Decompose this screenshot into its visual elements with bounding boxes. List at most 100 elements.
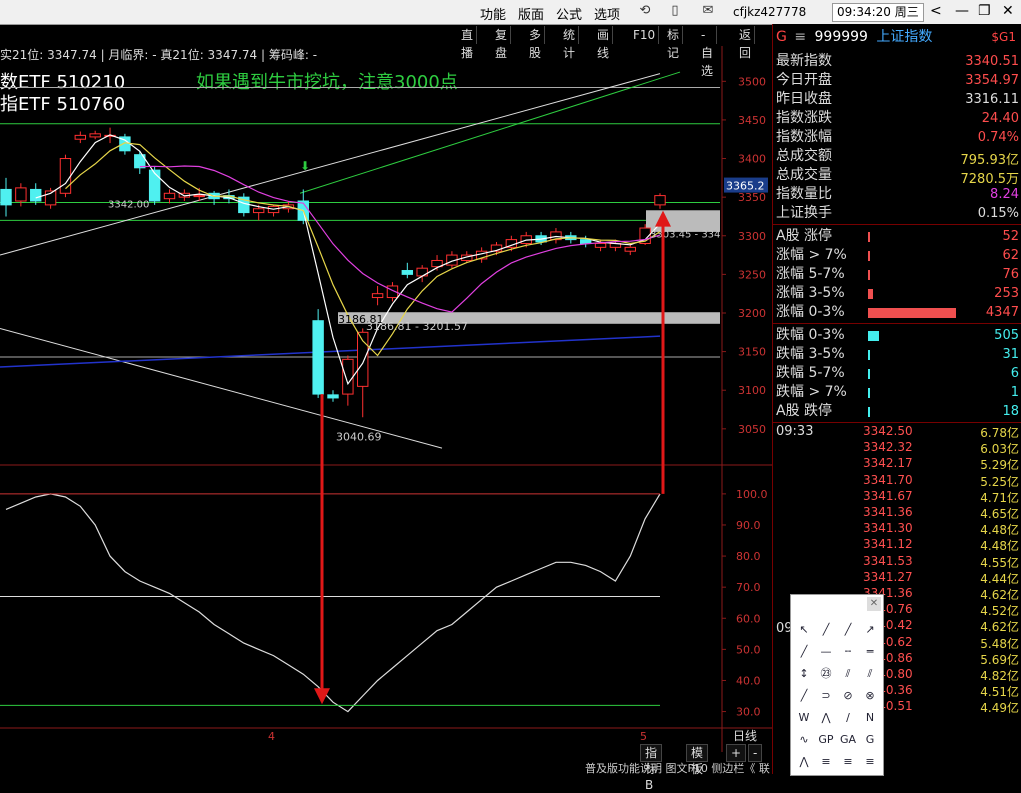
draw-tool-icon[interactable]: W [795, 709, 813, 727]
quote-value: 3316.11 [965, 92, 1019, 107]
draw-tool-icon[interactable]: ╱ [817, 621, 835, 639]
restore-icon[interactable]: ❐ [978, 3, 991, 19]
candle-body [15, 187, 27, 202]
breadth-up-bar [868, 232, 870, 242]
draw-tool-icon[interactable]: ⊗ [861, 687, 879, 705]
palette-close-icon[interactable]: ✕ [867, 597, 881, 611]
phone-icon[interactable]: ▯ [667, 3, 683, 19]
quote-header: G ≡ 999999 上证指数 $G1 [773, 26, 1021, 48]
close-icon[interactable]: ✕ [1002, 3, 1014, 19]
tick-amount: 5.29亿 [980, 458, 1019, 473]
price-tick-label: 3450 [738, 114, 766, 127]
tick-amount: 4.48亿 [980, 523, 1019, 538]
breadth-up-value: 253 [994, 286, 1019, 301]
draw-tool-icon[interactable]: ╱ [795, 687, 813, 705]
left-mark-label: 3342.00 [108, 199, 149, 210]
tick-amount: 4.49亿 [980, 701, 1019, 716]
breadth-up-label: 涨幅 0-3% [776, 304, 845, 320]
indicator-tick-label: 70.0 [736, 581, 761, 594]
draw-tool-icon[interactable]: ↗ [861, 621, 879, 639]
breadth-down-value: 505 [994, 328, 1019, 343]
drawing-tools-palette: ✕ ↖ ╱ ╱ ↗ ╱ — ╌ ═ ↕ ㉓ ⫽ ⫽ ╱ ⊃ ⊘ ⊗ W ⋀ ∕ N ∿ GP GA G ⋀ ≡ ≡ ≡ [790, 594, 884, 776]
draw-tool-icon[interactable]: ⋀ [817, 709, 835, 727]
draw-tool-icon[interactable]: ⫽ [839, 665, 857, 683]
draw-tool-icon[interactable]: ㉓ [817, 665, 835, 683]
breadth-down-bar [868, 369, 870, 379]
mail-icon[interactable]: ✉ [700, 3, 716, 19]
breadth-down-label: 跌幅 > 7% [776, 384, 847, 400]
draw-tool-icon[interactable]: GP [817, 731, 835, 749]
draw-tool-icon[interactable]: GA [839, 731, 857, 749]
candle-body [594, 242, 607, 248]
draw-tool-icon[interactable]: ≡ [839, 753, 857, 771]
menu-layout[interactable]: 版面 [518, 4, 544, 23]
tick-price: 3341.30 [863, 521, 913, 536]
right-gap-label: 3303.45 - 334 [650, 229, 720, 240]
tick-amount: 5.48亿 [980, 636, 1019, 651]
draw-tool-icon[interactable]: ⊃ [817, 687, 835, 705]
draw-tool-icon[interactable]: ∕ [839, 709, 857, 727]
draw-tool-icon[interactable]: N [861, 709, 879, 727]
clock: 09:34:20 周三 [832, 3, 924, 22]
panel-divider [773, 422, 1021, 423]
quote-label: 最新指数 [776, 53, 832, 69]
draw-tool-icon[interactable]: ≡ [817, 753, 835, 771]
breadth-up-value: 4347 [985, 305, 1019, 320]
candle-body [252, 208, 265, 214]
price-tick-label: 3050 [738, 423, 766, 436]
trend-line-up-green [299, 71, 681, 194]
candle-body [327, 394, 339, 399]
draw-tool-icon[interactable]: ⫽ [861, 665, 879, 683]
draw-tool-icon[interactable]: ≡ [861, 753, 879, 771]
quote-value: 0.74% [977, 130, 1019, 145]
candle-body [312, 320, 324, 395]
top-menu-bar: 功能 版面 公式 选项 ⟲ ▯ ✉ cfjkz427778 09:34:20 周… [0, 0, 1021, 25]
draw-tool-icon[interactable]: ╱ [795, 643, 813, 661]
quote-value: 795.93亿 [960, 153, 1020, 168]
quote-label: 今日开盘 [776, 72, 832, 88]
menu-function[interactable]: 功能 [480, 4, 506, 23]
x-label-5: 5 [640, 730, 647, 743]
panel-divider [773, 323, 1021, 324]
x-label-4: 4 [268, 730, 275, 743]
breadth-down-label: A股 跌停 [776, 403, 833, 419]
menu-icon[interactable]: ≡ [794, 29, 806, 45]
menu-options[interactable]: 选项 [594, 4, 620, 23]
quote-value: 24.40 [981, 111, 1019, 126]
candle-body [371, 293, 384, 299]
tick-amount: 6.78亿 [980, 426, 1019, 440]
draw-tool-icon[interactable]: — [817, 643, 835, 661]
draw-tool-icon[interactable]: G [861, 731, 879, 749]
minimize-icon[interactable]: — [955, 3, 969, 19]
tick-price: 3342.17 [863, 456, 913, 471]
tick-amount: 6.03亿 [980, 442, 1019, 457]
breadth-up-bar [868, 270, 870, 280]
quote-value: 7280.5万 [960, 172, 1020, 187]
draw-tool-icon[interactable]: ╱ [839, 621, 857, 639]
menu-formula[interactable]: 公式 [556, 4, 582, 23]
draw-tool-icon[interactable]: ╌ [839, 643, 857, 661]
refresh-icon[interactable]: ⟲ [637, 3, 653, 19]
tick-amount: 4.71亿 [980, 490, 1019, 505]
quote-label: 昨日收盘 [776, 91, 832, 107]
price-tick-label: 3100 [738, 384, 766, 397]
indicator-line [5, 493, 661, 713]
draw-tool-icon[interactable]: ↖ [795, 621, 813, 639]
indicator-tick-label: 100.0 [736, 488, 768, 501]
trend-line-up-white [0, 73, 661, 256]
draw-tool-icon[interactable]: ∿ [795, 731, 813, 749]
period-label[interactable]: 日线 [733, 727, 757, 744]
tick-price: 3341.67 [863, 488, 913, 503]
candlestick-chart[interactable]: 3500 3450 3400 3350 3300 3250 3200 3150 3100 3050… [0, 24, 772, 774]
draw-tool-icon[interactable]: ⊘ [839, 687, 857, 705]
draw-tool-icon[interactable]: ↕ [795, 665, 813, 683]
draw-tool-icon[interactable]: ⋀ [795, 753, 813, 771]
price-tick-label: 3250 [738, 268, 766, 281]
tick-price: 3341.27 [863, 569, 913, 584]
breadth-up-label: A股 涨停 [776, 228, 833, 244]
g-icon: G [776, 29, 787, 45]
back-icon[interactable]: < [930, 3, 942, 19]
breadth-up-label: 涨幅 5-7% [776, 266, 845, 282]
draw-tool-icon[interactable]: ═ [861, 643, 879, 661]
ma-magenta-line [139, 165, 661, 313]
